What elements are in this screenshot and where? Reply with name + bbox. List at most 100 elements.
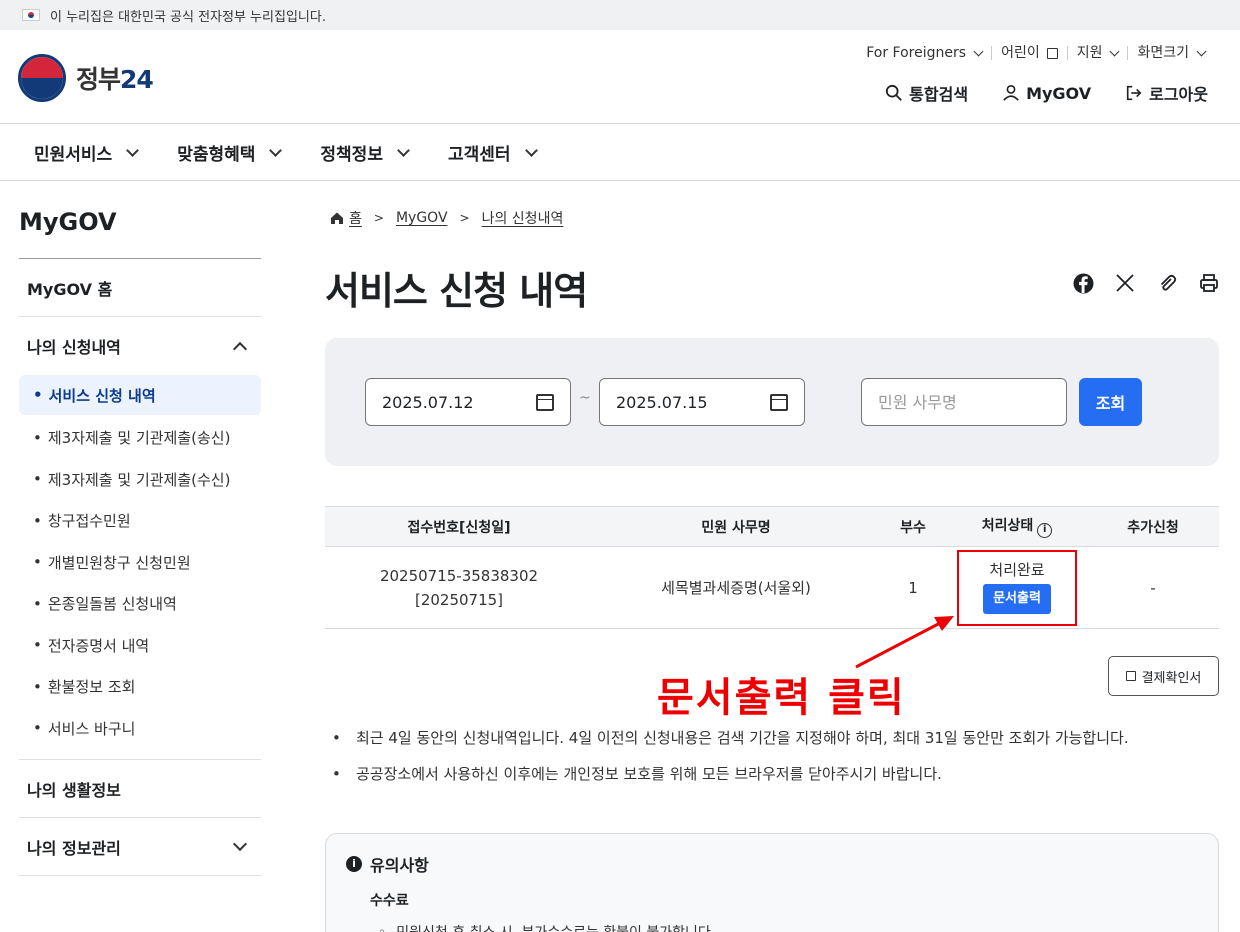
- logo-text: 정부24: [76, 65, 154, 94]
- side-nav-title: MyGOV: [19, 181, 261, 259]
- notice-list: 최근 4일 동안의 신청내역입니다. 4일 이전의 신청내용은 검색 기간을 지…: [332, 728, 1129, 800]
- main-navigation: 민원서비스 맞춤형혜택 정책정보 고객센터: [0, 124, 1240, 181]
- search-icon: [886, 84, 903, 101]
- logout-icon: [1126, 85, 1142, 101]
- date-range-separator: ~: [579, 390, 591, 406]
- chevron-up-icon: [232, 341, 248, 357]
- applications-table: 접수번호[신청일] 민원 사무명 부수 처리상태 i 추가신청 20250715-…: [325, 506, 1219, 629]
- list-item: 공공장소에서 사용하신 이후에는 개인정보 보호를 위해 모든 브라우저를 닫아…: [332, 764, 1129, 784]
- printer-icon: [1200, 274, 1218, 292]
- side-nav-third-party-sent[interactable]: 제3자제출 및 기관제출(송신): [19, 417, 261, 459]
- gov-banner: 이 누리집은 대한민국 공식 전자정부 누리집입니다.: [0, 0, 1240, 30]
- caution-item: 민원신청 후 취소 시, 부가수수료는 환불이 불가합니다.: [378, 922, 1198, 932]
- end-date-input[interactable]: 2025.07.15: [599, 378, 805, 426]
- civil-service-name-input[interactable]: [861, 378, 1067, 426]
- receipt-cell: 20250715-35838302 [20250715]: [325, 546, 593, 629]
- nav-customer-center[interactable]: 고객센터: [448, 140, 538, 165]
- breadcrumb-home[interactable]: 홈: [349, 208, 362, 228]
- taegeuk-logo-icon: [18, 54, 66, 102]
- document-print-button[interactable]: 문서출력: [983, 583, 1051, 614]
- utility-menu: For Foreigners 어린이 지원 화면크기: [857, 46, 1214, 60]
- gov-banner-text: 이 누리집은 대한민국 공식 전자정부 누리집입니다.: [50, 9, 326, 25]
- chevron-down-icon: [1110, 46, 1120, 56]
- breadcrumb: 홈 > MyGOV > 나의 신청내역: [330, 208, 563, 228]
- chevron-down-icon: [126, 143, 140, 157]
- breadcrumb-mygov[interactable]: MyGOV: [396, 210, 448, 226]
- logout-button[interactable]: 로그아웃: [1125, 81, 1208, 105]
- facebook-share-button[interactable]: [1072, 272, 1094, 294]
- page-title: 서비스 신청 내역: [325, 269, 588, 313]
- table-header-row: 접수번호[신청일] 민원 사무명 부수 처리상태 i 추가신청: [325, 506, 1219, 547]
- user-icon: [1003, 84, 1019, 101]
- side-nav-all-day-care[interactable]: 온종일돌봄 신청내역: [19, 583, 261, 625]
- facebook-icon: [1073, 273, 1093, 293]
- count-cell: 1: [879, 546, 947, 629]
- breadcrumb-separator-icon: >: [459, 211, 470, 225]
- side-navigation: MyGOV MyGOV 홈 나의 신청내역 서비스 신청 내역 제3자제출 및 …: [19, 181, 261, 876]
- support-menu[interactable]: 지원: [1066, 46, 1128, 60]
- nav-civil-services[interactable]: 민원서비스: [34, 140, 140, 165]
- table-row: 20250715-35838302 [20250715] 세목별과세증명(서울외)…: [325, 546, 1219, 629]
- side-nav-refund-info[interactable]: 환불정보 조회: [19, 666, 261, 708]
- mygov-button[interactable]: MyGOV: [1002, 81, 1091, 105]
- nav-policy-info[interactable]: 정책정보: [320, 140, 410, 165]
- kids-link[interactable]: 어린이: [991, 46, 1067, 60]
- x-share-button[interactable]: [1114, 272, 1136, 294]
- chevron-down-icon: [524, 143, 538, 157]
- side-nav-info-management[interactable]: 나의 정보관리: [19, 818, 261, 876]
- col-header-name: 민원 사무명: [593, 506, 879, 547]
- annotation-label: 문서출력 클릭: [657, 675, 906, 721]
- side-nav-counter-civil[interactable]: 창구접수민원: [19, 500, 261, 542]
- integrated-search-button[interactable]: 통합검색: [885, 81, 968, 105]
- additional-cell: -: [1087, 546, 1219, 629]
- start-date-input[interactable]: 2025.07.12: [365, 378, 571, 426]
- side-nav-submenu: 서비스 신청 내역 제3자제출 및 기관제출(송신) 제3자제출 및 기관제출(…: [19, 375, 261, 760]
- side-nav-service-basket[interactable]: 서비스 바구니: [19, 708, 261, 750]
- gov24-logo[interactable]: 정부24: [18, 54, 154, 102]
- caution-title: i 유의사항: [346, 852, 1198, 876]
- side-nav-mygov-home[interactable]: MyGOV 홈: [19, 259, 261, 317]
- home-icon: [331, 212, 343, 224]
- list-item: 최근 4일 동안의 신청내역입니다. 4일 이전의 신청내용은 검색 기간을 지…: [332, 728, 1129, 748]
- info-icon[interactable]: i: [1037, 523, 1053, 538]
- status-cell: 처리완료 문서출력: [947, 546, 1087, 629]
- col-header-status: 처리상태 i: [947, 506, 1087, 547]
- nav-custom-benefits[interactable]: 맞춤형혜택: [177, 140, 283, 165]
- side-nav-third-party-received[interactable]: 제3자제출 및 기관제출(수신): [19, 459, 261, 501]
- breadcrumb-my-applications[interactable]: 나의 신청내역: [482, 208, 564, 228]
- caution-box: i 유의사항 수수료 민원신청 후 취소 시, 부가수수료는 환불이 불가합니다…: [325, 833, 1219, 932]
- chevron-down-icon: [973, 46, 984, 56]
- service-name-cell: 세목별과세증명(서울외): [593, 546, 879, 629]
- calendar-icon[interactable]: [536, 393, 554, 411]
- copy-link-button[interactable]: [1156, 272, 1178, 294]
- breadcrumb-separator-icon: >: [373, 211, 384, 225]
- korea-flag-icon: [22, 9, 40, 21]
- payment-receipt-button[interactable]: 결제확인서: [1108, 656, 1219, 696]
- font-size-menu[interactable]: 화면크기: [1127, 46, 1214, 60]
- side-nav-life-info[interactable]: 나의 생활정보: [19, 760, 261, 818]
- calendar-icon[interactable]: [770, 393, 788, 411]
- print-page-button[interactable]: [1198, 272, 1220, 294]
- site-header: 정부24 For Foreigners 어린이 지원 화면크기 통합검색 MyG…: [0, 30, 1240, 124]
- side-nav-my-applications[interactable]: 나의 신청내역: [19, 317, 261, 375]
- share-tools: [1072, 272, 1220, 294]
- for-foreigners-menu[interactable]: For Foreigners: [857, 46, 991, 60]
- side-nav-individual-counter[interactable]: 개별민원창구 신청민원: [19, 542, 261, 584]
- chevron-down-icon: [1196, 46, 1207, 56]
- paperclip-icon: [1160, 274, 1177, 291]
- header-actions: 통합검색 MyGOV 로그아웃: [885, 81, 1208, 105]
- caution-subtitle: 수수료: [370, 893, 409, 909]
- side-nav-service-applications[interactable]: 서비스 신청 내역: [19, 375, 261, 415]
- chevron-down-icon: [269, 143, 283, 157]
- annotation-highlight-box: 처리완료 문서출력: [957, 549, 1077, 626]
- chevron-down-icon: [397, 143, 410, 157]
- chevron-down-icon: [232, 836, 248, 851]
- side-nav-e-certificates[interactable]: 전자증명서 내역: [19, 625, 261, 667]
- external-link-icon: [1125, 671, 1136, 681]
- col-header-receipt: 접수번호[신청일]: [325, 506, 593, 547]
- search-button[interactable]: 조회: [1079, 378, 1142, 426]
- col-header-count: 부수: [879, 506, 947, 547]
- x-icon: [1116, 274, 1134, 292]
- info-icon: i: [346, 856, 362, 872]
- col-header-additional: 추가신청: [1087, 506, 1219, 547]
